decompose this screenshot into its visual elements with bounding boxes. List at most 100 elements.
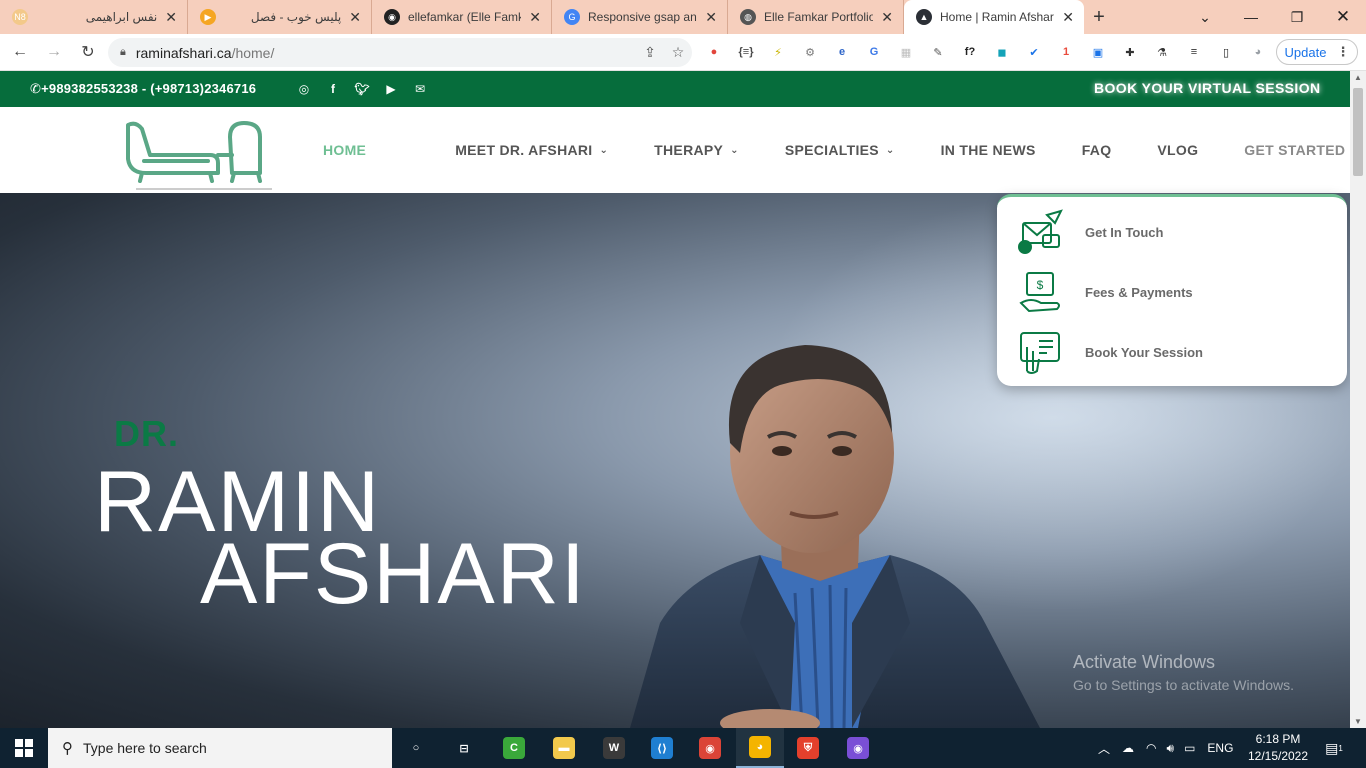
- grid-ext-icon[interactable]: ▦: [894, 42, 918, 62]
- dropdown-item-book-your-session[interactable]: Book Your Session: [1017, 327, 1337, 377]
- taskbar-search-box[interactable]: ⚲ Type here to search: [48, 728, 392, 768]
- search-icon: ⚲: [62, 740, 73, 757]
- phone-numbers[interactable]: ✆+989382553238 - (+98713)2346716: [30, 81, 256, 97]
- translate-icon[interactable]: G: [862, 42, 886, 62]
- tab-favicon-icon: N8: [12, 9, 28, 25]
- scrollbar-thumb[interactable]: [1353, 88, 1363, 176]
- youtube-icon[interactable]: ▶: [381, 79, 401, 99]
- nav-item-therapy[interactable]: THERAPY ⌄: [654, 142, 739, 158]
- share-icon[interactable]: ⇪: [636, 44, 664, 61]
- update-button[interactable]: Update ⋮: [1276, 39, 1358, 65]
- tab-close-icon[interactable]: ✕: [529, 9, 541, 26]
- dropdown-item-fees-payments[interactable]: $ Fees & Payments: [1017, 267, 1337, 317]
- json-icon[interactable]: {≡}: [734, 42, 758, 62]
- volume-icon[interactable]: 🔊︎: [1167, 741, 1175, 756]
- check-ext-icon[interactable]: ✔: [1022, 42, 1046, 62]
- bookmark-star-icon[interactable]: ☆: [664, 44, 692, 61]
- language-indicator[interactable]: ENG: [1207, 741, 1233, 755]
- new-tab-button[interactable]: +: [1084, 0, 1114, 34]
- task-view-taskbar-button[interactable]: ⊟: [440, 728, 488, 768]
- github-desktop-taskbar-button[interactable]: ◉: [834, 728, 882, 768]
- search-placeholder: Type here to search: [83, 740, 207, 756]
- browser-tab-4[interactable]: G Responsive gsap animation ✕: [552, 0, 728, 34]
- browser-tab-6[interactable]: ▲ Home | Ramin Afshari ✕: [904, 0, 1084, 34]
- mail-icon[interactable]: ✉: [410, 79, 430, 99]
- badge-ext-icon[interactable]: 1: [1054, 42, 1078, 62]
- edge-ext-icon[interactable]: e: [830, 42, 854, 62]
- menu-dots-icon[interactable]: ⋮: [1336, 44, 1349, 60]
- nav-item-faq[interactable]: FAQ: [1082, 142, 1112, 158]
- forward-button[interactable]: →: [42, 40, 66, 64]
- tab-close-icon[interactable]: ✕: [1062, 9, 1074, 26]
- dropdown-item-get-in-touch[interactable]: Get In Touch: [1017, 207, 1337, 257]
- tab-search-chevron-icon[interactable]: ⌄: [1182, 0, 1228, 34]
- color-wheel-icon[interactable]: ●: [702, 42, 726, 62]
- tab-close-icon[interactable]: ✕: [881, 9, 893, 26]
- wamp-taskbar-button[interactable]: W: [590, 728, 638, 768]
- font-ext-icon[interactable]: f?: [958, 42, 982, 62]
- page-scrollbar[interactable]: ▲ ▼: [1350, 71, 1366, 728]
- svg-text:$: $: [1037, 278, 1044, 292]
- twitter-icon[interactable]: 🐦︎: [352, 79, 372, 99]
- couch-logo-icon[interactable]: [124, 115, 274, 191]
- main-navigation: HOME MEET DR. AFSHARI ⌄ THERAPY ⌄ SPECIALTIES…: [323, 142, 1361, 158]
- chevron-down-icon: ⌄: [885, 144, 895, 156]
- browser-tab-2[interactable]: ▶ پلیس خوب - فصل ✕: [188, 0, 372, 34]
- brave-taskbar-button[interactable]: ⛨: [784, 728, 832, 768]
- nav-item-label: IN THE NEWS: [940, 142, 1036, 158]
- book-virtual-session-link[interactable]: BOOK YOUR VIRTUAL SESSION: [1094, 80, 1321, 96]
- camtasia-taskbar-button[interactable]: C: [490, 728, 538, 768]
- bolt-icon[interactable]: ⚡: [766, 42, 790, 62]
- address-bar[interactable]: 🔒︎ raminafshari.ca/home/ ⇪ ☆: [108, 38, 692, 67]
- sidepanel-icon[interactable]: ▯: [1214, 42, 1238, 62]
- url-text: raminafshari.ca/home/: [135, 44, 275, 61]
- tab-close-icon[interactable]: ✕: [165, 9, 177, 26]
- cortana-taskbar-button[interactable]: ○: [392, 728, 440, 768]
- windows-taskbar: ⚲ Type here to search ○ ⊟ C ▬ W ⟨⟩ ◉ ◕ ⛨ ◉ ︿ ☁ ◠ …: [0, 728, 1366, 768]
- wifi-icon[interactable]: ◠: [1146, 741, 1156, 755]
- close-window-button[interactable]: ✕: [1320, 0, 1366, 34]
- gear-ext-icon[interactable]: ⚙: [798, 42, 822, 62]
- start-button[interactable]: [0, 728, 48, 768]
- lock-icon[interactable]: 🔒︎: [120, 46, 126, 59]
- file-explorer-taskbar-button[interactable]: ▬: [540, 728, 588, 768]
- clock-time: 6:18 PM: [1255, 732, 1301, 746]
- nav-item-meet-dr-afshari[interactable]: MEET DR. AFSHARI ⌄: [455, 142, 608, 158]
- back-button[interactable]: ←: [8, 40, 32, 64]
- browser-tab-5[interactable]: ◍ Elle Famkar Portfolio | Front ✕: [728, 0, 904, 34]
- tab-favicon-icon: G: [564, 9, 580, 25]
- clock-date: 12/15/2022: [1247, 749, 1309, 763]
- nav-item-get-started[interactable]: GET STARTED⌄: [1244, 142, 1361, 158]
- maximize-button[interactable]: ❐: [1274, 0, 1320, 34]
- battery-icon[interactable]: ▭: [1184, 741, 1195, 755]
- nav-item-in-the-news[interactable]: IN THE NEWS: [941, 142, 1036, 158]
- playlist-icon[interactable]: ≡: [1182, 42, 1206, 62]
- taskbar-clock[interactable]: 6:18 PM 12/15/2022: [1246, 731, 1310, 765]
- tab-close-icon[interactable]: ✕: [705, 9, 717, 26]
- flask-icon[interactable]: ⚗: [1150, 42, 1174, 62]
- minimize-button[interactable]: —: [1228, 0, 1274, 34]
- scroll-down-arrow-icon[interactable]: ▼: [1350, 717, 1366, 726]
- facebook-icon[interactable]: f: [323, 79, 343, 99]
- instagram-icon[interactable]: ◎: [294, 79, 314, 99]
- extensions-bar: ● {≡} ⚡ ⚙ e G ▦ ✎ f? ◼ ✔ 1 ▣ ✚ ⚗ ≡ ▯ ◕: [702, 40, 1278, 64]
- tray-chevron-icon[interactable]: ︿: [1098, 740, 1110, 757]
- browser-tab-1[interactable]: N8 نفس ابراهیمی ✕: [0, 0, 188, 34]
- puzzle-icon[interactable]: ✚: [1118, 42, 1142, 62]
- square-ext-icon[interactable]: ◼: [990, 42, 1014, 62]
- browser-tab-3[interactable]: ◉ ellefamkar (Elle Famkar) ✕: [372, 0, 552, 34]
- notifications-icon[interactable]: ▤ 1: [1322, 736, 1346, 760]
- tab-close-icon[interactable]: ✕: [349, 9, 361, 26]
- nav-item-home[interactable]: HOME: [323, 142, 366, 158]
- nav-item-specialties[interactable]: SPECIALTIES ⌄: [785, 142, 895, 158]
- cloud-icon[interactable]: ☁: [1122, 741, 1134, 755]
- reload-button[interactable]: ↻: [76, 40, 100, 64]
- profile-icon[interactable]: ◕: [1246, 42, 1270, 62]
- chrome-taskbar-button[interactable]: ◉: [686, 728, 734, 768]
- vscode-taskbar-button[interactable]: ⟨⟩: [638, 728, 686, 768]
- chrome-profile-taskbar-button[interactable]: ◕: [736, 728, 784, 768]
- scroll-up-arrow-icon[interactable]: ▲: [1350, 73, 1366, 82]
- screen-ext-icon[interactable]: ▣: [1086, 42, 1110, 62]
- nav-item-vlog[interactable]: VLOG: [1157, 142, 1198, 158]
- picker-icon[interactable]: ✎: [926, 42, 950, 62]
